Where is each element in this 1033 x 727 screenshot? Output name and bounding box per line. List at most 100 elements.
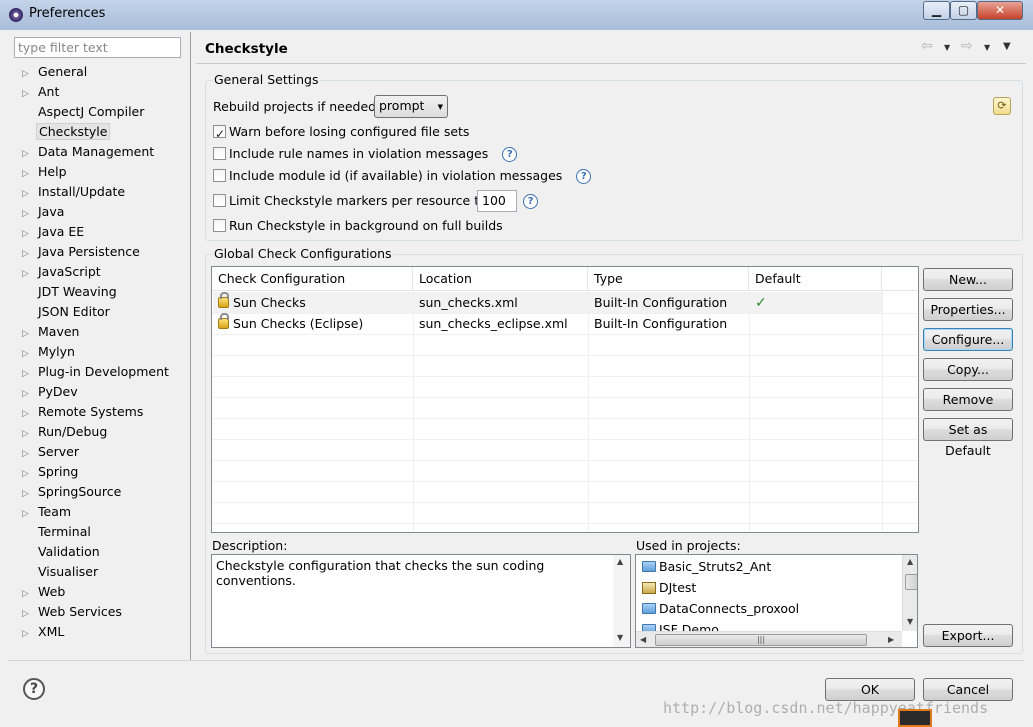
restore-defaults-icon[interactable]: ⟳ <box>993 97 1011 115</box>
tree-item-data-management[interactable]: ▷ Data Management <box>22 142 156 162</box>
export-button[interactable]: Export... <box>923 624 1013 647</box>
limit-input[interactable]: 100 <box>477 190 517 212</box>
expand-arrow-icon[interactable]: ▷ <box>22 64 36 84</box>
background-row[interactable]: Run Checkstyle in background on full bui… <box>213 215 503 237</box>
scroll-down-arrow-icon[interactable]: ▼ <box>617 633 623 642</box>
module-id-row[interactable]: Include module id (if available) in viol… <box>213 165 592 187</box>
column-header-location[interactable]: Location <box>413 267 588 291</box>
warn-checkbox[interactable] <box>213 123 226 145</box>
view-menu-icon[interactable]: ▼ <box>1003 41 1011 52</box>
help-question-icon[interactable]: ? <box>523 194 538 209</box>
tree-item-install-update[interactable]: ▷ Install/Update <box>22 182 127 202</box>
properties-button[interactable]: Properties... <box>923 298 1013 321</box>
projects-list[interactable]: Basic_Struts2_Ant DJtest DataConnects_pr… <box>635 554 918 648</box>
expand-arrow-icon[interactable]: ▷ <box>22 184 36 204</box>
rebuild-combo[interactable]: prompt ▼ <box>374 95 448 118</box>
tree-item-javascript[interactable]: ▷ JavaScript <box>22 262 103 282</box>
tree-item-jdt-weaving[interactable]: JDT Weaving <box>22 282 119 302</box>
scroll-up-arrow-icon[interactable]: ▲ <box>617 557 623 566</box>
back-menu-chevron-icon[interactable]: ▼ <box>944 43 950 52</box>
column-header-type[interactable]: Type <box>588 267 749 291</box>
expand-arrow-icon[interactable]: ▷ <box>22 424 36 444</box>
projects-vertical-scrollbar[interactable]: ▲ ▼ <box>902 555 917 631</box>
tree-item-remote-systems[interactable]: ▷ Remote Systems <box>22 402 145 422</box>
close-button[interactable]: ✕ <box>977 1 1023 20</box>
set-default-button[interactable]: Set as Default <box>923 418 1013 458</box>
filter-input[interactable]: type filter text <box>14 37 181 58</box>
description-scrollbar[interactable]: ▲ ▼ <box>613 555 630 647</box>
sash-divider[interactable] <box>190 32 191 660</box>
expand-arrow-icon[interactable]: ▷ <box>22 204 36 224</box>
tree-item-json-editor[interactable]: JSON Editor <box>22 302 112 322</box>
tree-item-checkstyle[interactable]: Checkstyle <box>22 122 111 142</box>
tree-item-java[interactable]: ▷ Java <box>22 202 66 222</box>
background-checkbox[interactable] <box>213 219 226 232</box>
expand-arrow-icon[interactable]: ▷ <box>22 504 36 524</box>
scroll-thumb[interactable]: ||| <box>655 634 867 646</box>
tree-item-mylyn[interactable]: ▷ Mylyn <box>22 342 77 362</box>
new-button[interactable]: New... <box>923 268 1013 291</box>
scroll-thumb[interactable] <box>905 574 917 590</box>
maximize-button[interactable]: ▢ <box>950 1 977 20</box>
expand-arrow-icon[interactable]: ▷ <box>22 464 36 484</box>
expand-arrow-icon[interactable]: ▷ <box>22 624 36 644</box>
copy-button[interactable]: Copy... <box>923 358 1013 381</box>
tree-item-help[interactable]: ▷ Help <box>22 162 69 182</box>
tree-item-run-debug[interactable]: ▷ Run/Debug <box>22 422 109 442</box>
tree-item-web[interactable]: ▷ Web <box>22 582 67 602</box>
tree-item-java-ee[interactable]: ▷ Java EE <box>22 222 86 242</box>
tree-item-general[interactable]: ▷ General <box>22 62 89 82</box>
expand-arrow-icon[interactable]: ▷ <box>22 344 36 364</box>
tree-item-team[interactable]: ▷ Team <box>22 502 73 522</box>
expand-arrow-icon[interactable]: ▷ <box>22 584 36 604</box>
tree-item-web-services[interactable]: ▷ Web Services <box>22 602 124 622</box>
limit-checkbox[interactable] <box>213 194 226 207</box>
projects-horizontal-scrollbar[interactable]: ◀ ||| ▶ <box>636 631 902 647</box>
module-id-checkbox[interactable] <box>213 169 226 182</box>
scroll-up-arrow-icon[interactable]: ▲ <box>907 557 913 566</box>
description-box[interactable]: Checkstyle configuration that checks the… <box>211 554 631 648</box>
tree-item-plug-in-development[interactable]: ▷ Plug-in Development <box>22 362 171 382</box>
tree-item-pydev[interactable]: ▷ PyDev <box>22 382 80 402</box>
tree-item-validation[interactable]: Validation <box>22 542 102 562</box>
rule-names-row[interactable]: Include rule names in violation messages… <box>213 143 518 165</box>
tree-item-java-persistence[interactable]: ▷ Java Persistence <box>22 242 142 262</box>
help-icon[interactable]: ? <box>23 678 45 700</box>
warn-row[interactable]: Warn before losing configured file sets <box>213 121 469 145</box>
expand-arrow-icon[interactable]: ▷ <box>22 384 36 404</box>
tree-item-visualiser[interactable]: Visualiser <box>22 562 100 582</box>
forward-arrow-icon[interactable]: ⇨ <box>961 38 973 54</box>
tree-item-xml[interactable]: ▷ XML <box>22 622 66 642</box>
expand-arrow-icon[interactable]: ▷ <box>22 224 36 244</box>
tree-item-spring[interactable]: ▷ Spring <box>22 462 80 482</box>
remove-button[interactable]: Remove <box>923 388 1013 411</box>
help-question-icon[interactable]: ? <box>576 169 592 184</box>
configure-button[interactable]: Configure... <box>923 328 1013 351</box>
table-row[interactable]: Sun Checks (Eclipse) sun_checks_eclipse.x… <box>212 313 882 334</box>
tree-item-springsource[interactable]: ▷ SpringSource <box>22 482 123 502</box>
scroll-left-arrow-icon[interactable]: ◀ <box>640 635 646 644</box>
expand-arrow-icon[interactable]: ▷ <box>22 324 36 344</box>
tree-item-server[interactable]: ▷ Server <box>22 442 81 462</box>
list-item[interactable]: DJtest <box>642 577 696 598</box>
list-item[interactable]: Basic_Struts2_Ant <box>642 556 771 577</box>
forward-menu-chevron-icon[interactable]: ▼ <box>984 43 990 52</box>
expand-arrow-icon[interactable]: ▷ <box>22 244 36 264</box>
limit-row[interactable]: Limit Checkstyle markers per resource to <box>213 190 487 212</box>
title-bar[interactable] <box>0 0 1033 30</box>
expand-arrow-icon[interactable]: ▷ <box>22 84 36 104</box>
minimize-button[interactable]: ▁ <box>923 1 950 20</box>
rule-names-checkbox[interactable] <box>213 147 226 160</box>
column-header-check-configuration[interactable]: Check Configuration <box>212 267 413 291</box>
expand-arrow-icon[interactable]: ▷ <box>22 404 36 424</box>
table-row[interactable]: Sun Checks sun_checks.xml Built-In Configu… <box>212 292 882 313</box>
scroll-right-arrow-icon[interactable]: ▶ <box>888 635 894 644</box>
column-header-default[interactable]: Default <box>749 267 882 291</box>
expand-arrow-icon[interactable]: ▷ <box>22 144 36 164</box>
expand-arrow-icon[interactable]: ▷ <box>22 444 36 464</box>
limit-help[interactable]: ? <box>523 193 538 209</box>
scroll-down-arrow-icon[interactable]: ▼ <box>907 617 913 626</box>
back-arrow-icon[interactable]: ⇦ <box>921 38 933 54</box>
config-table[interactable]: Check Configuration Location Type Defaul… <box>211 266 919 533</box>
expand-arrow-icon[interactable]: ▷ <box>22 484 36 504</box>
